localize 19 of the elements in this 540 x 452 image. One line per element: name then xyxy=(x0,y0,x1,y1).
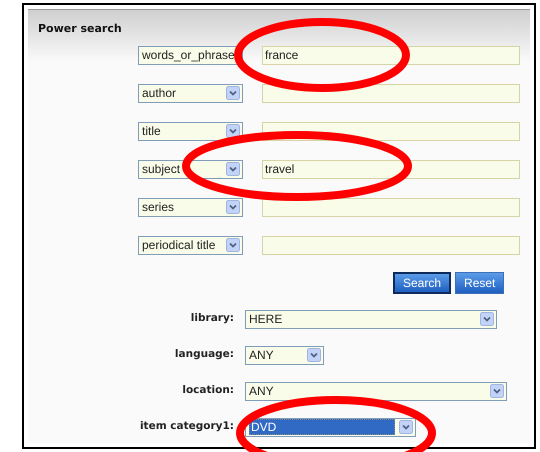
input-field[interactable]: france xyxy=(262,46,520,64)
dropdown[interactable]: subject xyxy=(138,160,243,178)
search-button[interactable]: Search xyxy=(393,272,452,294)
dropdown[interactable]: periodical title xyxy=(138,236,243,254)
dropdown[interactable]: DVD xyxy=(245,418,416,436)
field-label: location: xyxy=(181,383,234,398)
dropdown[interactable]: HERE xyxy=(245,310,497,328)
panel-title: Power search xyxy=(38,21,122,37)
dropdown[interactable]: author xyxy=(138,84,243,102)
dropdown[interactable]: series xyxy=(138,198,243,216)
dropdown[interactable]: ANY xyxy=(245,382,507,400)
dropdown[interactable]: words_or_phrase xyxy=(138,46,243,64)
dropdown[interactable]: title xyxy=(138,122,243,140)
field-label: language: xyxy=(174,347,234,362)
input-field[interactable]: travel xyxy=(262,160,520,178)
field-label: library: xyxy=(190,311,234,326)
reset-button[interactable]: Reset xyxy=(455,272,504,294)
dropdown[interactable]: ANY xyxy=(245,346,324,364)
field-label: item category1: xyxy=(138,419,234,434)
